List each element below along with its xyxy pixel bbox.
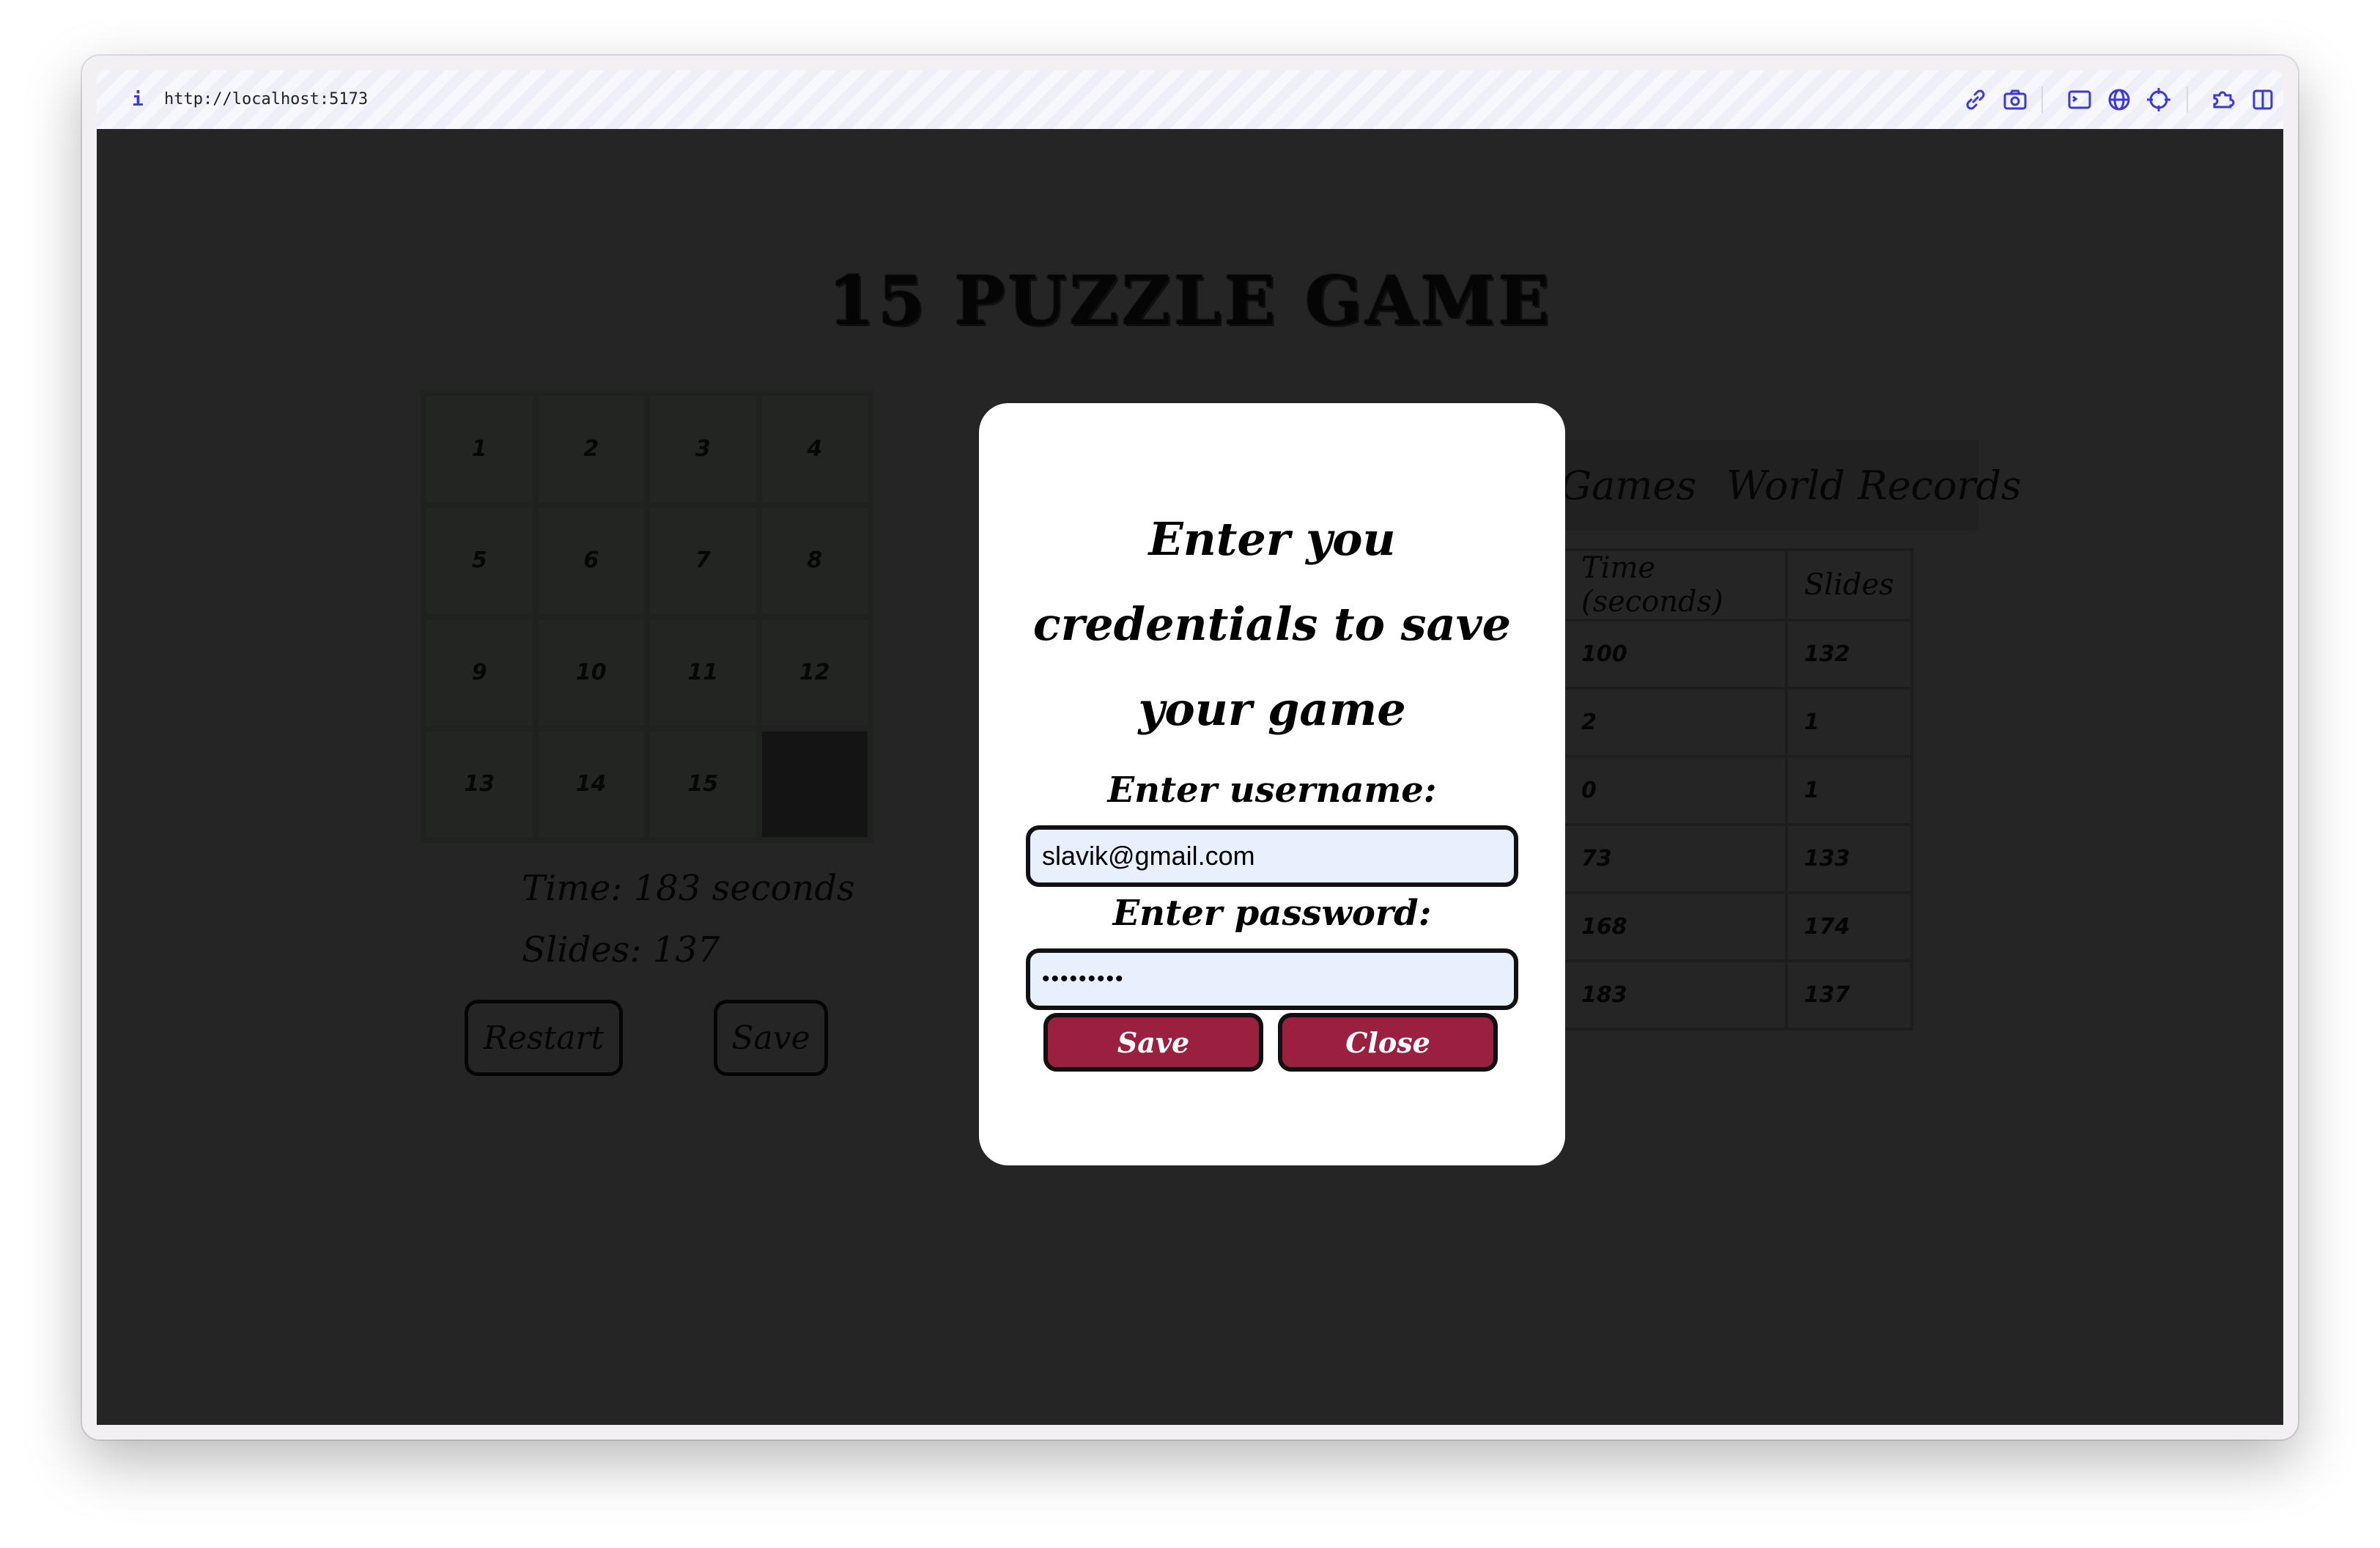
camera-icon[interactable] xyxy=(2000,85,2030,114)
slides-cell: 1 xyxy=(1785,755,1913,826)
puzzle-tile[interactable]: 14 xyxy=(538,731,644,837)
time-cell: 73 xyxy=(1562,823,1788,894)
table-row: 100 132 xyxy=(1562,619,1913,690)
username-input[interactable] xyxy=(1026,825,1518,887)
toolbar-divider xyxy=(2187,86,2188,113)
puzzle-tile[interactable]: 6 xyxy=(538,507,644,613)
slides-cell: 132 xyxy=(1785,619,1913,690)
table-row: 2 1 xyxy=(1562,687,1913,758)
time-cell: 0 xyxy=(1562,755,1788,826)
address-bar[interactable]: http://localhost:5173 xyxy=(164,86,368,113)
crosshair-icon[interactable] xyxy=(2144,85,2173,114)
dialog-save-button[interactable]: Save xyxy=(1043,1013,1263,1072)
puzzle-tile[interactable]: 11 xyxy=(650,619,756,726)
extension-icon[interactable] xyxy=(2209,85,2238,114)
puzzle-tile[interactable]: 3 xyxy=(650,396,756,502)
time-cell: 100 xyxy=(1562,619,1788,690)
sidebar-icon[interactable] xyxy=(2248,85,2277,114)
page-viewport: 15 PUZZLE GAME 1 2 3 4 5 6 7 8 9 10 11 1… xyxy=(97,129,2283,1425)
save-game-button[interactable]: Save xyxy=(714,1000,828,1076)
username-label: Enter username: xyxy=(1107,770,1437,811)
puzzle-tile[interactable]: 13 xyxy=(426,731,533,837)
dialog-title: Enter you credentials to save your game xyxy=(1032,512,1512,736)
column-header-time: Time (seconds) xyxy=(1562,548,1788,622)
puzzle-tile[interactable]: 1 xyxy=(426,396,533,502)
save-game-dialog: Enter you credentials to save your game … xyxy=(979,403,1565,1165)
slides-cell: 133 xyxy=(1785,823,1913,894)
puzzle-tile[interactable]: 10 xyxy=(538,619,644,726)
table-row: 183 137 xyxy=(1562,959,1913,1031)
password-input[interactable] xyxy=(1026,948,1518,1010)
slides-counter: Slides: 137 xyxy=(522,929,720,970)
puzzle-tile[interactable]: 7 xyxy=(650,507,756,613)
password-label: Enter password: xyxy=(1112,893,1432,934)
time-cell: 183 xyxy=(1562,959,1788,1031)
puzzle-tile[interactable]: 15 xyxy=(650,731,756,837)
browser-toolbar: i http://localhost:5173 xyxy=(97,70,2283,129)
table-row: 73 133 xyxy=(1562,823,1913,894)
restart-button[interactable]: Restart xyxy=(465,1000,623,1076)
puzzle-tile[interactable]: 5 xyxy=(426,507,533,613)
column-header-slides: Slides xyxy=(1785,548,1913,622)
table-row: 0 1 xyxy=(1562,755,1913,826)
puzzle-tile[interactable]: 8 xyxy=(761,507,868,613)
puzzle-tile[interactable]: 9 xyxy=(426,619,533,726)
tab-world-records[interactable]: World Records xyxy=(1726,440,2022,531)
table-row: 168 174 xyxy=(1562,891,1913,962)
toolbar-divider xyxy=(2041,86,2043,113)
terminal-icon[interactable] xyxy=(2065,85,2094,114)
puzzle-tile[interactable]: 2 xyxy=(538,396,644,502)
slides-cell: 174 xyxy=(1785,891,1913,962)
scores-table: Time (seconds) Slides 100 132 2 1 0 1 73… xyxy=(1562,548,1913,1031)
time-counter: Time: 183 seconds xyxy=(522,868,855,909)
dialog-close-button[interactable]: Close xyxy=(1278,1013,1498,1072)
slides-cell: 1 xyxy=(1785,687,1913,758)
puzzle-tile[interactable]: 4 xyxy=(761,396,868,502)
time-cell: 2 xyxy=(1562,687,1788,758)
game-title: 15 PUZZLE GAME xyxy=(827,261,1553,340)
table-header-row: Time (seconds) Slides xyxy=(1562,548,1913,622)
time-cell: 168 xyxy=(1562,891,1788,962)
link-icon[interactable] xyxy=(1961,85,1990,114)
puzzle-tile[interactable]: 12 xyxy=(761,619,868,726)
slides-cell: 137 xyxy=(1785,959,1913,1031)
puzzle-board: 1 2 3 4 5 6 7 8 9 10 11 12 13 14 15 xyxy=(421,390,873,843)
globe-icon[interactable] xyxy=(2104,85,2134,114)
browser-window: i http://localhost:5173 15 PUZZLE GAME 1… xyxy=(82,56,2298,1440)
puzzle-empty-slot[interactable] xyxy=(761,731,868,837)
info-icon[interactable]: i xyxy=(129,86,147,113)
